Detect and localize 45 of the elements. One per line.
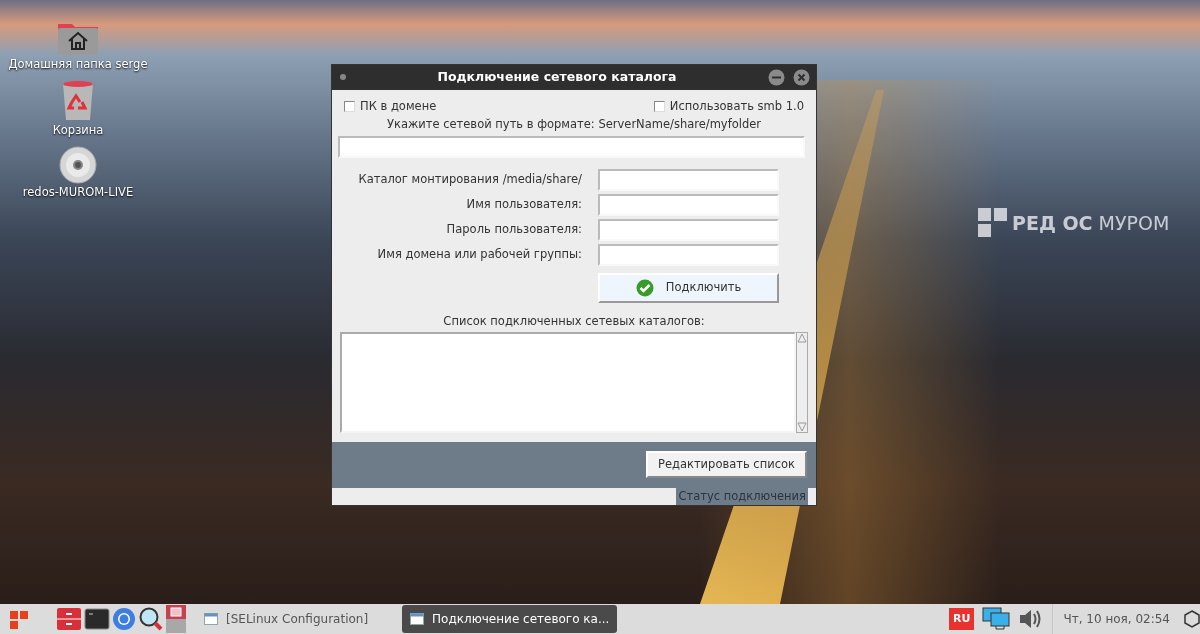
taskbar-window-button[interactable]: [SELinux Configuration] bbox=[196, 605, 377, 633]
keyboard-layout-indicator[interactable]: RU bbox=[949, 607, 975, 631]
volume-icon[interactable] bbox=[1018, 608, 1043, 630]
path-field[interactable] bbox=[338, 136, 805, 159]
list-label: Список подключенных сетевых каталогов: bbox=[442, 313, 706, 331]
wallpaper-logo: РЕД ОС МУРОМ bbox=[978, 208, 1170, 238]
field-label: Каталог монтирования /media/share/ bbox=[357, 171, 582, 189]
disc-icon[interactable] bbox=[59, 146, 97, 184]
close-button[interactable] bbox=[793, 68, 810, 86]
input-field[interactable] bbox=[598, 219, 779, 242]
clock: Чт, 10 ноя, 02:54 bbox=[1052, 604, 1180, 634]
checkbox-label: Использовать smb 1.0 bbox=[669, 97, 804, 115]
minimize-button[interactable] bbox=[768, 68, 785, 86]
window-icon bbox=[204, 613, 218, 625]
scrollbar[interactable] bbox=[796, 332, 808, 434]
icon-label[interactable]: redos-MUROM-LIVE bbox=[8, 184, 148, 200]
checkbox[interactable] bbox=[344, 100, 355, 112]
list-box[interactable] bbox=[340, 332, 796, 434]
app-icon[interactable] bbox=[166, 605, 186, 633]
input-field[interactable] bbox=[598, 169, 779, 192]
hexagon-icon[interactable] bbox=[1184, 610, 1200, 628]
input-field[interactable] bbox=[598, 194, 779, 217]
cabinet-icon[interactable] bbox=[56, 606, 82, 632]
window-icon bbox=[410, 613, 425, 625]
window-title: Подключение сетевого каталога bbox=[436, 68, 678, 86]
magnifier-icon[interactable] bbox=[138, 606, 164, 632]
network-icon[interactable] bbox=[982, 607, 1013, 631]
field-label: Имя пользователя: bbox=[465, 196, 582, 214]
scroll-down-button[interactable] bbox=[797, 422, 807, 433]
connect-button[interactable]: Подключить bbox=[598, 273, 779, 304]
checkbox[interactable] bbox=[653, 100, 665, 112]
input-field[interactable] bbox=[598, 244, 779, 267]
window-dot-icon bbox=[340, 74, 346, 81]
taskbar-window-button[interactable]: Подключение сетевого ка... bbox=[402, 605, 618, 633]
path-label: Укажите сетевой путь в формате: ServerName/share/myfolder bbox=[385, 116, 763, 133]
terminal-icon[interactable] bbox=[84, 607, 110, 631]
menu-icon[interactable] bbox=[8, 608, 30, 630]
icon-label[interactable]: Корзина bbox=[8, 122, 148, 138]
browser-icon[interactable] bbox=[112, 607, 136, 631]
check-icon bbox=[635, 279, 654, 298]
edit-list-button[interactable]: Редактировать список bbox=[645, 451, 807, 479]
scroll-up-button[interactable] bbox=[797, 333, 807, 344]
field-label: Пароль пользователя: bbox=[445, 221, 582, 239]
checkbox-label: ПК в домене bbox=[360, 97, 437, 115]
field-label: Имя домена или рабочей группы: bbox=[376, 246, 582, 264]
